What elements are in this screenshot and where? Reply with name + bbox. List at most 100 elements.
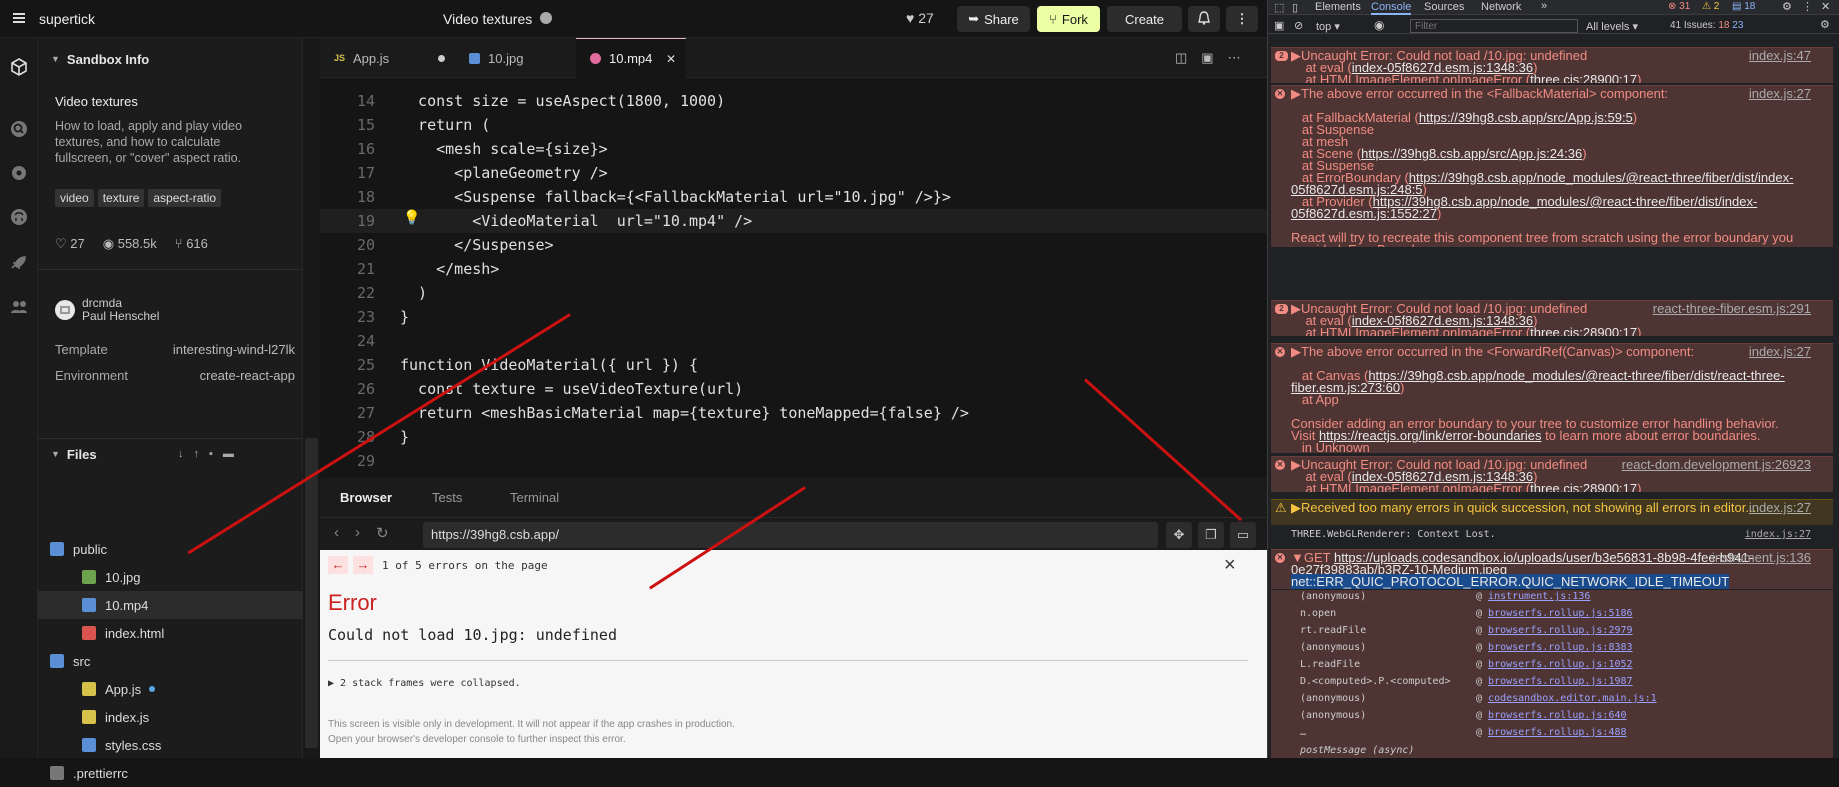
console-error-message[interactable]: 2 ▶Uncaught Error: Could not load /10.jpg…: [1271, 47, 1833, 83]
files-header[interactable]: ▼ Files: [38, 438, 303, 470]
devtools-icon[interactable]: ✥: [1166, 522, 1192, 548]
avatar[interactable]: [55, 300, 75, 320]
sort-down-icon[interactable]: ↓: [178, 448, 184, 460]
console-warning-message[interactable]: ⚠ ▶Received too many errors in quick succ…: [1271, 499, 1833, 525]
back-icon[interactable]: ‹: [334, 524, 339, 542]
code-line[interactable]: 20 </Suspense>: [320, 233, 1267, 257]
file-tree-item[interactable]: index.html: [38, 619, 303, 647]
scrollbar-thumb[interactable]: [305, 438, 318, 748]
stack-location[interactable]: browserfs.rollup.js:2979: [1488, 625, 1633, 636]
tab-network[interactable]: Network: [1481, 1, 1521, 13]
error-badge[interactable]: ⊗ 31: [1668, 1, 1690, 12]
tab-browser[interactable]: Browser: [340, 490, 392, 505]
author[interactable]: drcmda Paul Henschel: [82, 297, 159, 323]
sidebar-scrollbar[interactable]: [303, 38, 320, 758]
notifications-button[interactable]: [1188, 6, 1220, 32]
eye-icon[interactable]: ◉: [1374, 18, 1384, 32]
stack-frame[interactable]: (anonymous) @ browserfs.rollup.js:640: [1300, 710, 1820, 726]
stack-location[interactable]: browserfs.rollup.js:5186: [1488, 608, 1633, 619]
code-line[interactable]: 24: [320, 329, 1267, 353]
tab-10-mp4[interactable]: 10.mp4 ✕: [576, 38, 686, 78]
stack-frame[interactable]: … @ browserfs.rollup.js:488: [1300, 727, 1820, 743]
like-counter[interactable]: ♥ 27: [906, 10, 934, 26]
refresh-icon[interactable]: ↻: [376, 524, 389, 542]
code-line[interactable]: 14 const size = useAspect(1800, 1000): [320, 89, 1267, 113]
close-icon[interactable]: ×: [1224, 554, 1236, 577]
info-badge[interactable]: ▤ 18: [1732, 1, 1755, 12]
stack-location[interactable]: browserfs.rollup.js:640: [1488, 710, 1626, 721]
brand-name[interactable]: supertick: [39, 11, 95, 27]
source-link[interactable]: index.js:27: [1749, 87, 1811, 100]
file-tree-item[interactable]: src: [38, 647, 303, 675]
lightbulb-icon[interactable]: 💡: [403, 209, 420, 226]
stack-location[interactable]: browserfs.rollup.js:1987: [1488, 676, 1633, 687]
share-button[interactable]: ➥ Share: [957, 6, 1030, 32]
source-link[interactable]: index.js:47: [1749, 49, 1811, 62]
code-line[interactable]: 15 return (: [320, 113, 1267, 137]
close-icon[interactable]: ✕: [1821, 0, 1830, 13]
stack-frame[interactable]: (anonymous) @ browserfs.rollup.js:8383: [1300, 642, 1820, 658]
file-tree-item[interactable]: index.js: [38, 703, 303, 731]
github-icon[interactable]: [8, 206, 30, 228]
tab-console[interactable]: Console: [1371, 1, 1412, 15]
split-view-icon[interactable]: ◫: [1175, 50, 1187, 66]
code-line[interactable]: 25 function VideoMaterial({ url }) {: [320, 353, 1267, 377]
source-link[interactable]: index.js:27: [1745, 529, 1811, 540]
stack-location[interactable]: browserfs.rollup.js:8383: [1488, 642, 1633, 653]
more-horizontal-icon[interactable]: ⋯: [1228, 50, 1241, 66]
new-folder-icon[interactable]: ▬: [223, 448, 234, 460]
code-line[interactable]: 28}: [320, 425, 1267, 449]
tab-10-jpg[interactable]: 10.jpg: [455, 38, 576, 78]
console-error-message[interactable]: 2 ▶Uncaught Error: Could not load /10.jpg…: [1271, 300, 1833, 336]
filter-input[interactable]: [1410, 19, 1578, 33]
stack-frame[interactable]: (anonymous) @ instrument.js:136: [1300, 591, 1820, 607]
more-vertical-icon[interactable]: ⋮: [1802, 0, 1813, 13]
issues-summary[interactable]: 41 Issues: 18 23: [1670, 20, 1743, 31]
file-tree-item[interactable]: .prettierrc: [38, 759, 303, 787]
console-error-message[interactable]: ✕ ▼GET https://uploads.codesandbox.io/upl…: [1271, 549, 1833, 589]
new-file-icon[interactable]: ▪: [209, 448, 213, 460]
tab-app-js[interactable]: JS App.js: [320, 38, 455, 78]
source-link[interactable]: instrument.js:136: [1712, 551, 1811, 564]
forward-icon[interactable]: ›: [355, 524, 360, 542]
stack-frame[interactable]: L.readFile @ browserfs.rollup.js:1052: [1300, 659, 1820, 675]
code-line[interactable]: 18 <Suspense fallback={<FallbackMaterial…: [320, 185, 1267, 209]
code-line[interactable]: 21 </mesh>: [320, 257, 1267, 281]
rocket-icon[interactable]: [8, 252, 30, 274]
tab-elements[interactable]: Elements: [1315, 1, 1361, 13]
code-line[interactable]: 22 ): [320, 281, 1267, 305]
tab-terminal[interactable]: Terminal: [510, 490, 559, 505]
previous-error-button[interactable]: ←: [328, 556, 348, 574]
search-icon[interactable]: [8, 118, 30, 140]
sidebar-toggle-icon[interactable]: ▣: [1274, 19, 1284, 32]
stack-location[interactable]: browserfs.rollup.js:488: [1488, 727, 1626, 738]
close-icon[interactable]: ✕: [666, 52, 676, 66]
levels-select[interactable]: All levels ▾: [1586, 20, 1638, 33]
menu-icon[interactable]: [13, 12, 25, 24]
file-tree-item[interactable]: 10.jpg: [38, 563, 303, 591]
settings-icon[interactable]: ⚙: [1782, 0, 1792, 13]
address-bar[interactable]: https://39hg8.csb.app/: [423, 522, 1158, 548]
tab-sources[interactable]: Sources: [1424, 1, 1464, 13]
source-link[interactable]: index.js:27: [1749, 501, 1811, 514]
tag[interactable]: aspect-ratio: [148, 189, 222, 207]
stack-location[interactable]: browserfs.rollup.js:1052: [1488, 659, 1633, 670]
code-line[interactable]: 29: [320, 449, 1267, 473]
warning-badge[interactable]: ⚠ 2: [1702, 1, 1719, 12]
fork-button[interactable]: ⑂ Fork: [1037, 6, 1100, 32]
stack-frame[interactable]: (anonymous) @ codesandbox.editor.main.js:…: [1300, 693, 1820, 709]
more-tabs-icon[interactable]: »: [1541, 0, 1547, 12]
file-tree-item[interactable]: styles.css: [38, 731, 303, 759]
console-error-message[interactable]: ✕ ▶Uncaught Error: Could not load /10.jpg…: [1271, 456, 1833, 492]
file-tree-item[interactable]: App.js: [38, 675, 303, 703]
tag[interactable]: video: [55, 189, 94, 207]
file-tree-item[interactable]: 10.mp4: [38, 591, 303, 619]
console-log-message[interactable]: THREE.WebGLRenderer: Context Lost. index…: [1271, 527, 1833, 543]
console-error-message[interactable]: ✕ ▶The above error occurred in the <Fallb…: [1271, 85, 1833, 247]
context-select[interactable]: top ▾: [1316, 20, 1340, 33]
tag[interactable]: texture: [97, 189, 145, 207]
source-link[interactable]: react-three-fiber.esm.js:291: [1653, 302, 1811, 315]
window-icon[interactable]: ▭: [1230, 522, 1256, 548]
gear-icon[interactable]: [8, 162, 30, 184]
next-error-button[interactable]: →: [353, 556, 373, 574]
